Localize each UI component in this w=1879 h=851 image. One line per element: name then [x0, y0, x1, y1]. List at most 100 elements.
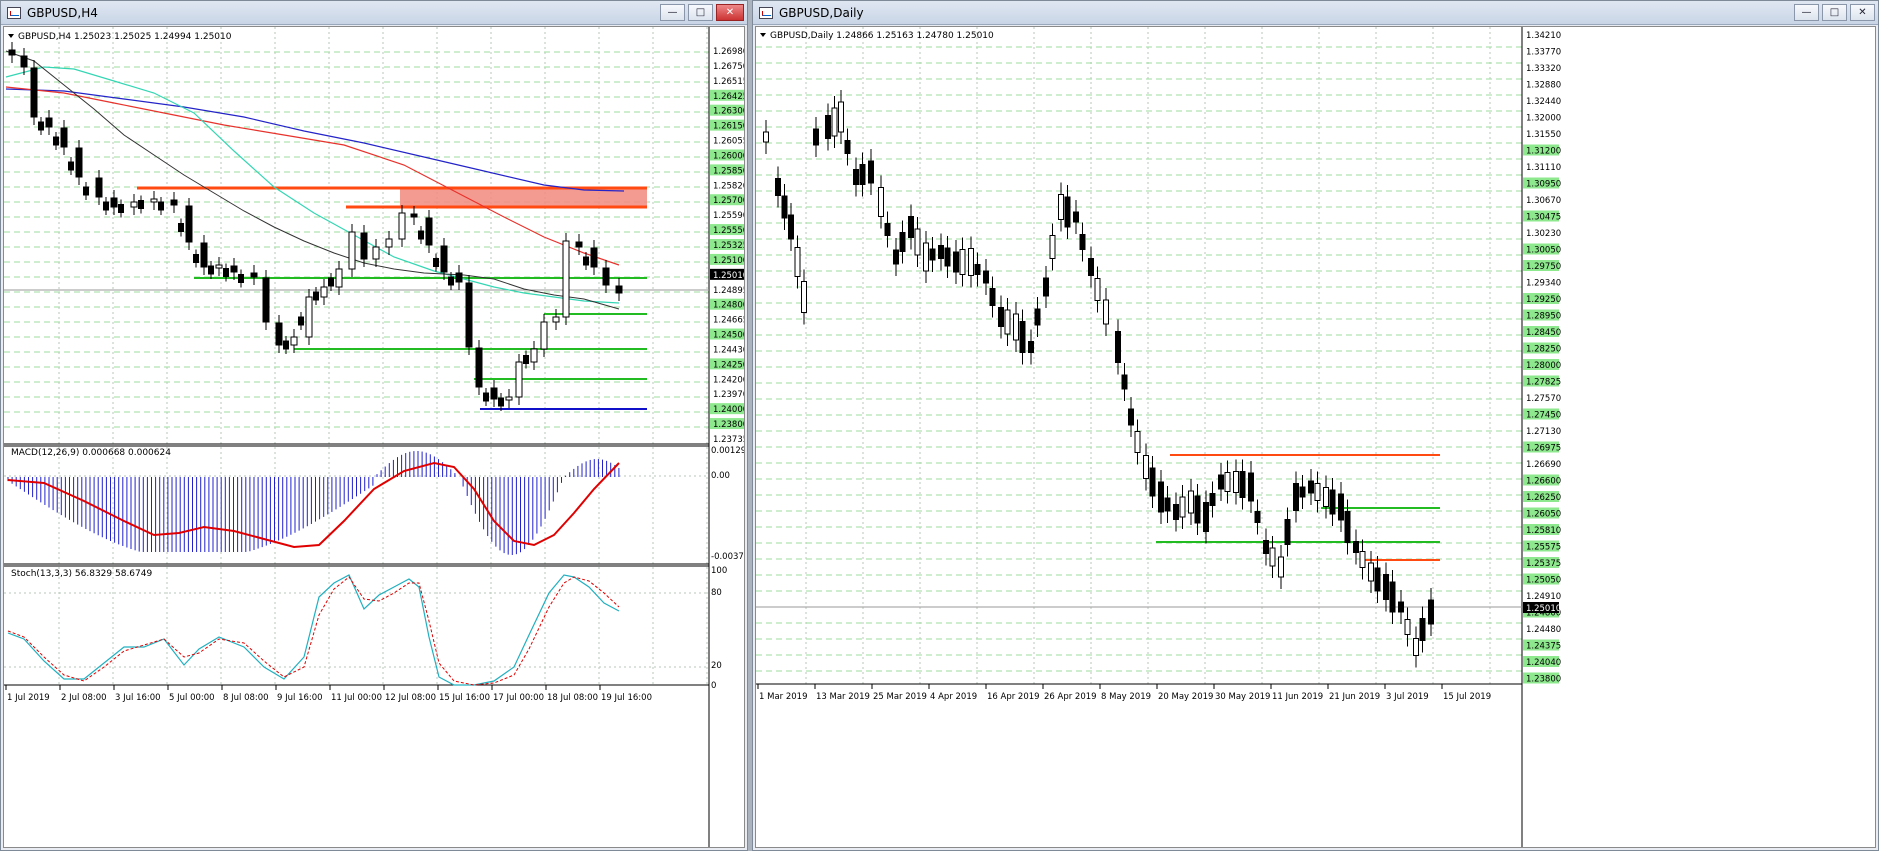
candle — [540, 321, 548, 350]
h4-titlebar[interactable]: GBPUSD,H4 — □ ✕ — [1, 1, 747, 25]
maximize-button[interactable]: □ — [1822, 4, 1847, 21]
candle — [360, 232, 368, 260]
candle — [465, 282, 473, 348]
candle — [45, 117, 53, 128]
candle — [60, 127, 68, 148]
minimize-button[interactable]: — — [1794, 4, 1819, 21]
candle — [1254, 511, 1261, 523]
h4-chart-window[interactable]: GBPUSD,H4 — □ ✕ 1.26980 1.26750 1.26515 … — [0, 0, 748, 851]
candle — [1299, 486, 1306, 498]
price-axis-label: 1.32880 — [1526, 81, 1561, 91]
price-axis-label: 1.32440 — [1526, 97, 1561, 107]
candle — [490, 387, 498, 400]
candle — [1088, 258, 1094, 276]
price-axis-label: 1.33770 — [1526, 48, 1561, 58]
candle — [290, 336, 298, 346]
current-price-label: 1.25010 — [1526, 604, 1561, 614]
price-axis-label: 1.26515 — [713, 77, 745, 87]
price-axis-label: 1.24910 — [1526, 592, 1561, 602]
candle — [788, 214, 794, 240]
price-axis-label: 1.24480 — [1526, 625, 1561, 635]
close-button[interactable]: ✕ — [1850, 4, 1875, 21]
price-axis-label: 1.26600 — [1526, 477, 1561, 487]
time-axis-label: 1 Jul 2019 — [7, 693, 50, 703]
daily-chart-canvas[interactable]: 1.34210 1.33770 1.33320 1.32880 1.32440 1.320… — [755, 26, 1876, 848]
time-axis-label: 8 Jul 08:00 — [223, 693, 269, 703]
candle — [1128, 408, 1134, 426]
daily-chart-svg[interactable]: 1.34210 1.33770 1.33320 1.32880 1.32440 1.320… — [756, 27, 1876, 848]
candle — [983, 270, 989, 284]
candle — [562, 240, 570, 318]
candle — [1103, 299, 1109, 325]
candle — [170, 199, 178, 206]
price-axis-label: 1.26000 — [713, 151, 745, 161]
price-axis-label: 1.26250 — [1526, 493, 1561, 503]
candle — [1419, 618, 1426, 641]
candle — [844, 140, 851, 154]
time-axis-label: 8 May 2019 — [1101, 692, 1151, 702]
candle — [1079, 234, 1086, 250]
candle — [448, 276, 454, 286]
price-axis-label: 1.29750 — [1526, 262, 1561, 272]
maximize-button[interactable]: □ — [688, 4, 713, 21]
candle — [998, 307, 1004, 327]
candle — [262, 277, 270, 323]
price-axis-label: 1.24500 — [713, 331, 745, 341]
price-axis-label: 1.25575 — [1526, 543, 1561, 553]
chart-window-icon — [7, 6, 21, 19]
daily-titlebar[interactable]: GBPUSD,Daily — □ ✕ — [753, 1, 1878, 25]
minimize-button[interactable]: — — [660, 4, 685, 21]
candle — [1019, 321, 1026, 353]
candle — [1094, 278, 1101, 301]
candle — [825, 115, 831, 139]
candle — [1284, 519, 1291, 545]
candle — [328, 277, 334, 287]
candle — [974, 264, 981, 275]
price-axis-label: 1.25820 — [713, 181, 745, 191]
candle — [1404, 619, 1411, 635]
daily-window-title: GBPUSD,Daily — [779, 5, 864, 20]
time-axis-label: 15 Jul 2019 — [1443, 692, 1491, 702]
time-axis-label: 12 Jul 08:00 — [385, 693, 436, 703]
candle — [283, 340, 289, 350]
time-axis-label: 15 Jul 16:00 — [439, 693, 490, 703]
price-axis-label: 1.27130 — [1526, 427, 1561, 437]
candle — [575, 241, 583, 248]
candle — [433, 258, 439, 267]
price-axis-label: 1.24250 — [713, 360, 745, 370]
price-axis-label: 1.23800 — [713, 420, 745, 430]
time-axis-label: 9 Jul 16:00 — [277, 693, 323, 703]
candle — [1323, 487, 1329, 507]
candle — [275, 322, 283, 346]
candle — [1064, 196, 1071, 228]
close-button[interactable]: ✕ — [716, 4, 744, 21]
candle — [1179, 496, 1186, 518]
price-axis-label: 1.24200 — [713, 375, 745, 385]
candle — [178, 223, 184, 232]
h4-chart-canvas[interactable]: 1.26980 1.26750 1.26515 1.26425 1.26300 1.261… — [3, 26, 745, 848]
candle — [200, 242, 208, 268]
price-axis-label: 1.30230 — [1526, 229, 1561, 239]
price-axis-label: 1.31550 — [1526, 130, 1561, 140]
candle — [475, 347, 483, 388]
time-axis-label: 11 Jun 2019 — [1272, 692, 1323, 702]
candle — [1194, 495, 1201, 524]
candle — [763, 131, 769, 143]
h4-chart-svg[interactable]: 1.26980 1.26750 1.26515 1.26425 1.26300 1.261… — [4, 27, 745, 848]
price-axis-label: 1.27570 — [1526, 394, 1561, 404]
candle — [1374, 567, 1381, 592]
candle — [150, 198, 158, 203]
candle — [914, 228, 921, 256]
candle — [398, 212, 406, 240]
stoch-header: Stoch(13,3,3) 56.8329 58.6749 — [11, 569, 152, 579]
candle — [410, 213, 418, 218]
candle — [1058, 194, 1064, 220]
candle — [1359, 551, 1366, 568]
candle — [1143, 455, 1149, 479]
daily-chart-window[interactable]: GBPUSD,Daily — □ ✕ 1.34210 1.33770 1.33320… — [752, 0, 1879, 851]
candle — [1368, 562, 1374, 582]
candle — [1164, 497, 1171, 512]
price-axis-label: 1.30475 — [1526, 213, 1561, 223]
price-axis-label: 1.29250 — [1526, 295, 1561, 305]
candle — [215, 264, 223, 269]
